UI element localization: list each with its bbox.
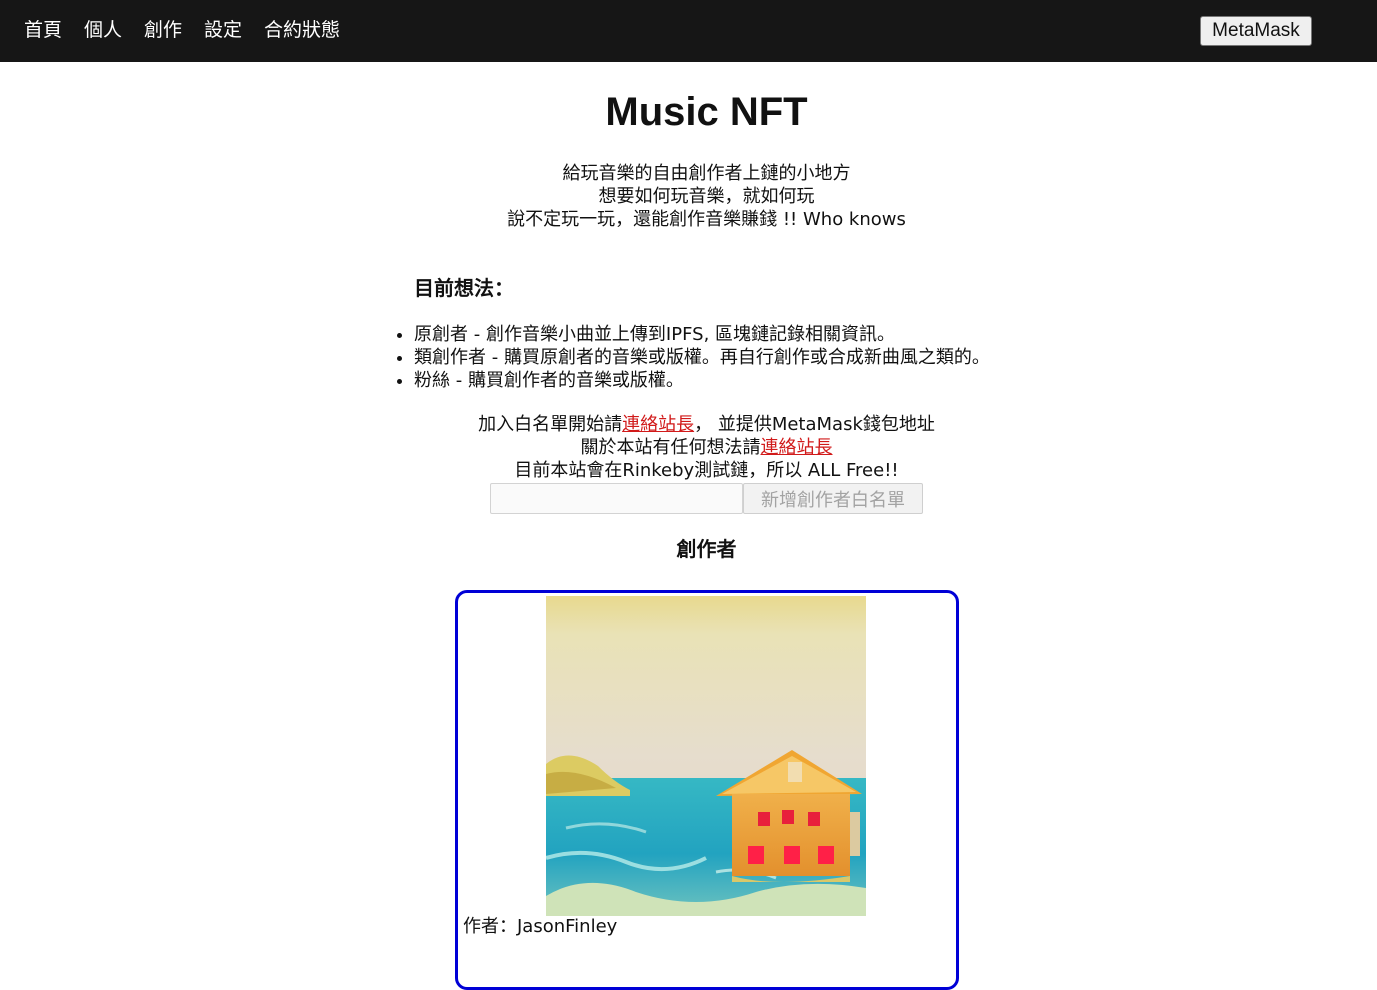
whitelist-line-1-prefix: 加入白名單開始請 [478, 414, 623, 435]
metamask-connect-button[interactable]: MetaMask [1200, 16, 1312, 46]
idea-derivative-creator: 類創作者 - 購買原創者的音樂或版權。再自行創作或合成新曲風之類的。 [414, 346, 990, 369]
whitelist-line-1: 加入白名單開始請連絡站長， 並提供MetaMask錢包地址 [0, 413, 1377, 436]
idea-original-creator: 原創者 - 創作音樂小曲並上傳到IPFS, 區塊鏈記錄相關資訊。 [414, 323, 990, 346]
whitelist-line-2-prefix: 關於本站有任何想法請 [580, 437, 761, 458]
ideas-list: 原創者 - 創作音樂小曲並上傳到IPFS, 區塊鏈記錄相關資訊。 類創作者 - … [414, 323, 990, 392]
nav-create[interactable]: 創作 [144, 17, 182, 43]
idea-fans: 粉絲 - 購買創作者的音樂或版權。 [414, 369, 990, 392]
contact-admin-link-2[interactable]: 連絡站長 [761, 437, 833, 458]
nav-settings[interactable]: 設定 [204, 17, 242, 43]
creator-artwork-image [546, 596, 866, 916]
creators-heading: 創作者 [676, 537, 737, 561]
tagline-line-3: 說不定玩一玩，還能創作音樂賺錢 !! Who knows [507, 209, 906, 230]
top-navbar: 首頁 個人 創作 設定 合約狀態 MetaMask [0, 0, 1377, 62]
creator-card[interactable]: 作者：JasonFinley [455, 590, 959, 990]
add-whitelist-button[interactable]: 新增創作者白名單 [743, 483, 923, 514]
nav-personal[interactable]: 個人 [84, 17, 122, 43]
page-title: Music NFT [605, 90, 808, 134]
creator-author: 作者：JasonFinley [463, 915, 617, 939]
tagline-line-1: 給玩音樂的自由創作者上鏈的小地方 [562, 163, 851, 184]
contact-admin-link[interactable]: 連絡站長 [622, 414, 694, 435]
nav-contract-status[interactable]: 合約狀態 [264, 17, 340, 43]
author-label: 作者： [463, 916, 517, 937]
author-name: JasonFinley [517, 916, 618, 937]
tagline-line-2: 想要如何玩音樂，就如何玩 [598, 186, 815, 207]
whitelist-line-1-suffix: ， 並提供MetaMask錢包地址 [694, 414, 935, 435]
network-note: 目前本站會在Rinkeby測試鏈，所以 ALL Free!! [514, 460, 899, 481]
whitelist-line-2: 關於本站有任何想法請連絡站長 [0, 436, 1377, 459]
ideas-heading: 目前想法： [414, 276, 514, 300]
nav-home[interactable]: 首頁 [24, 17, 62, 43]
whitelist-address-input[interactable] [490, 483, 743, 514]
